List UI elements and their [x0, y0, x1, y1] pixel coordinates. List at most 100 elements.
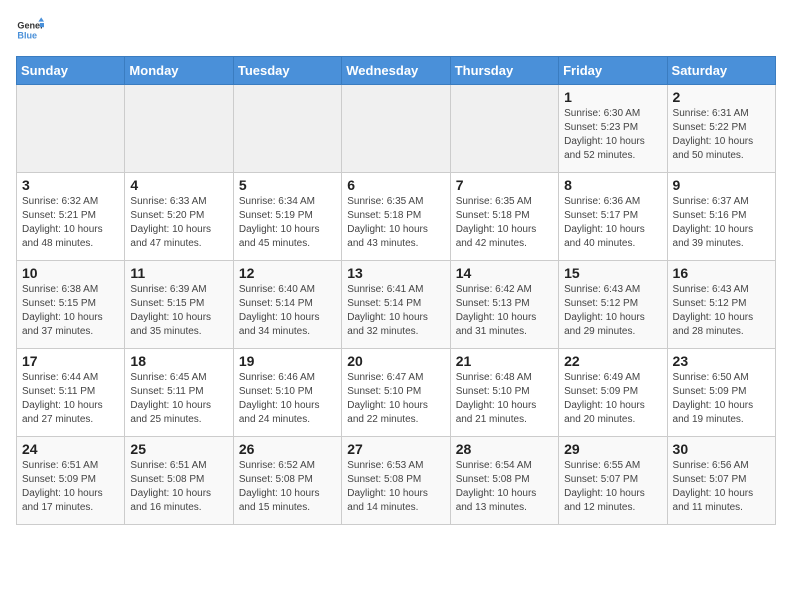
calendar-cell: 29 Sunrise: 6:55 AM Sunset: 5:07 PM Dayli… — [559, 437, 667, 525]
day-number: 20 — [347, 353, 444, 369]
calendar-cell: 1 Sunrise: 6:30 AM Sunset: 5:23 PM Daylig… — [559, 85, 667, 173]
calendar-cell: 27 Sunrise: 6:53 AM Sunset: 5:08 PM Dayli… — [342, 437, 450, 525]
day-number: 24 — [22, 441, 119, 457]
day-detail: Sunrise: 6:38 AM Sunset: 5:15 PM Dayligh… — [22, 283, 119, 339]
day-number: 12 — [239, 265, 336, 281]
calendar-cell: 25Sunrise: 6:51 AM Sunset: 5:08 PM Dayli… — [125, 437, 233, 525]
day-number: 11 — [130, 265, 227, 281]
calendar-cell: 11 Sunrise: 6:39 AM Sunset: 5:15 PM Dayli… — [125, 261, 233, 349]
day-detail: Sunrise: 6:53 AM Sunset: 5:08 PM Dayligh… — [347, 459, 444, 515]
calendar-cell: 20 Sunrise: 6:47 AM Sunset: 5:10 PM Dayli… — [342, 349, 450, 437]
day-number: 18 — [130, 353, 227, 369]
svg-text:Blue: Blue — [17, 30, 37, 40]
day-number: 13 — [347, 265, 444, 281]
calendar-week-row: 17Sunrise: 6:44 AM Sunset: 5:11 PM Dayli… — [17, 349, 776, 437]
day-number: 7 — [456, 177, 553, 193]
day-detail: Sunrise: 6:39 AM Sunset: 5:15 PM Dayligh… — [130, 283, 227, 339]
calendar-week-row: 1 Sunrise: 6:30 AM Sunset: 5:23 PM Daylig… — [17, 85, 776, 173]
day-number: 27 — [347, 441, 444, 457]
day-number: 9 — [673, 177, 770, 193]
day-detail: Sunrise: 6:49 AM Sunset: 5:09 PM Dayligh… — [564, 371, 661, 427]
day-number: 6 — [347, 177, 444, 193]
calendar-cell: 12 Sunrise: 6:40 AM Sunset: 5:14 PM Dayli… — [233, 261, 341, 349]
calendar-cell: 22 Sunrise: 6:49 AM Sunset: 5:09 PM Dayli… — [559, 349, 667, 437]
day-detail: Sunrise: 6:54 AM Sunset: 5:08 PM Dayligh… — [456, 459, 553, 515]
calendar-cell: 19 Sunrise: 6:46 AM Sunset: 5:10 PM Dayli… — [233, 349, 341, 437]
day-number: 8 — [564, 177, 661, 193]
calendar-cell: 7 Sunrise: 6:35 AM Sunset: 5:18 PM Daylig… — [450, 173, 558, 261]
calendar-cell: 18 Sunrise: 6:45 AM Sunset: 5:11 PM Dayli… — [125, 349, 233, 437]
day-number: 1 — [564, 89, 661, 105]
day-detail: Sunrise: 6:35 AM Sunset: 5:18 PM Dayligh… — [347, 195, 444, 251]
day-number: 22 — [564, 353, 661, 369]
day-detail: Sunrise: 6:55 AM Sunset: 5:07 PM Dayligh… — [564, 459, 661, 515]
calendar-cell: 5 Sunrise: 6:34 AM Sunset: 5:19 PM Daylig… — [233, 173, 341, 261]
calendar-cell: 6 Sunrise: 6:35 AM Sunset: 5:18 PM Daylig… — [342, 173, 450, 261]
weekday-header: Thursday — [450, 57, 558, 85]
calendar-cell — [342, 85, 450, 173]
day-number: 28 — [456, 441, 553, 457]
day-number: 5 — [239, 177, 336, 193]
day-number: 15 — [564, 265, 661, 281]
day-detail: Sunrise: 6:45 AM Sunset: 5:11 PM Dayligh… — [130, 371, 227, 427]
header: General Blue — [16, 16, 776, 44]
day-number: 19 — [239, 353, 336, 369]
day-detail: Sunrise: 6:51 AM Sunset: 5:09 PM Dayligh… — [22, 459, 119, 515]
calendar-body: 1 Sunrise: 6:30 AM Sunset: 5:23 PM Daylig… — [17, 85, 776, 525]
day-number: 14 — [456, 265, 553, 281]
day-detail: Sunrise: 6:56 AM Sunset: 5:07 PM Dayligh… — [673, 459, 770, 515]
weekday-header: Tuesday — [233, 57, 341, 85]
calendar-cell — [17, 85, 125, 173]
day-number: 2 — [673, 89, 770, 105]
calendar-cell: 4 Sunrise: 6:33 AM Sunset: 5:20 PM Daylig… — [125, 173, 233, 261]
weekday-header: Friday — [559, 57, 667, 85]
day-number: 30 — [673, 441, 770, 457]
day-detail: Sunrise: 6:48 AM Sunset: 5:10 PM Dayligh… — [456, 371, 553, 427]
calendar-cell: 13Sunrise: 6:41 AM Sunset: 5:14 PM Dayli… — [342, 261, 450, 349]
calendar-cell — [233, 85, 341, 173]
day-number: 16 — [673, 265, 770, 281]
day-detail: Sunrise: 6:40 AM Sunset: 5:14 PM Dayligh… — [239, 283, 336, 339]
calendar-cell: 30 Sunrise: 6:56 AM Sunset: 5:07 PM Dayli… — [667, 437, 775, 525]
calendar-cell: 23 Sunrise: 6:50 AM Sunset: 5:09 PM Dayli… — [667, 349, 775, 437]
logo-icon: General Blue — [16, 16, 44, 44]
logo: General Blue — [16, 16, 48, 44]
day-detail: Sunrise: 6:35 AM Sunset: 5:18 PM Dayligh… — [456, 195, 553, 251]
day-detail: Sunrise: 6:46 AM Sunset: 5:10 PM Dayligh… — [239, 371, 336, 427]
calendar-cell: 9Sunrise: 6:37 AM Sunset: 5:16 PM Daylig… — [667, 173, 775, 261]
calendar-cell: 17Sunrise: 6:44 AM Sunset: 5:11 PM Dayli… — [17, 349, 125, 437]
calendar-week-row: 3 Sunrise: 6:32 AM Sunset: 5:21 PM Daylig… — [17, 173, 776, 261]
weekday-header: Saturday — [667, 57, 775, 85]
calendar-week-row: 10Sunrise: 6:38 AM Sunset: 5:15 PM Dayli… — [17, 261, 776, 349]
calendar-table: SundayMondayTuesdayWednesdayThursdayFrid… — [16, 56, 776, 525]
day-number: 23 — [673, 353, 770, 369]
day-detail: Sunrise: 6:42 AM Sunset: 5:13 PM Dayligh… — [456, 283, 553, 339]
day-number: 21 — [456, 353, 553, 369]
calendar-cell — [450, 85, 558, 173]
day-detail: Sunrise: 6:51 AM Sunset: 5:08 PM Dayligh… — [130, 459, 227, 515]
calendar-cell — [125, 85, 233, 173]
day-detail: Sunrise: 6:43 AM Sunset: 5:12 PM Dayligh… — [564, 283, 661, 339]
calendar-cell: 24 Sunrise: 6:51 AM Sunset: 5:09 PM Dayli… — [17, 437, 125, 525]
day-detail: Sunrise: 6:47 AM Sunset: 5:10 PM Dayligh… — [347, 371, 444, 427]
day-detail: Sunrise: 6:30 AM Sunset: 5:23 PM Dayligh… — [564, 107, 661, 163]
day-detail: Sunrise: 6:31 AM Sunset: 5:22 PM Dayligh… — [673, 107, 770, 163]
calendar-cell: 10Sunrise: 6:38 AM Sunset: 5:15 PM Dayli… — [17, 261, 125, 349]
calendar-cell: 16Sunrise: 6:43 AM Sunset: 5:12 PM Dayli… — [667, 261, 775, 349]
day-detail: Sunrise: 6:32 AM Sunset: 5:21 PM Dayligh… — [22, 195, 119, 251]
day-number: 29 — [564, 441, 661, 457]
day-detail: Sunrise: 6:33 AM Sunset: 5:20 PM Dayligh… — [130, 195, 227, 251]
day-detail: Sunrise: 6:34 AM Sunset: 5:19 PM Dayligh… — [239, 195, 336, 251]
weekday-header-row: SundayMondayTuesdayWednesdayThursdayFrid… — [17, 57, 776, 85]
calendar-week-row: 24 Sunrise: 6:51 AM Sunset: 5:09 PM Dayli… — [17, 437, 776, 525]
day-number: 4 — [130, 177, 227, 193]
calendar-cell: 28 Sunrise: 6:54 AM Sunset: 5:08 PM Dayli… — [450, 437, 558, 525]
day-number: 26 — [239, 441, 336, 457]
day-detail: Sunrise: 6:52 AM Sunset: 5:08 PM Dayligh… — [239, 459, 336, 515]
weekday-header: Wednesday — [342, 57, 450, 85]
day-detail: Sunrise: 6:36 AM Sunset: 5:17 PM Dayligh… — [564, 195, 661, 251]
calendar-cell: 15 Sunrise: 6:43 AM Sunset: 5:12 PM Dayli… — [559, 261, 667, 349]
day-detail: Sunrise: 6:50 AM Sunset: 5:09 PM Dayligh… — [673, 371, 770, 427]
day-number: 3 — [22, 177, 119, 193]
calendar-cell: 2 Sunrise: 6:31 AM Sunset: 5:22 PM Daylig… — [667, 85, 775, 173]
